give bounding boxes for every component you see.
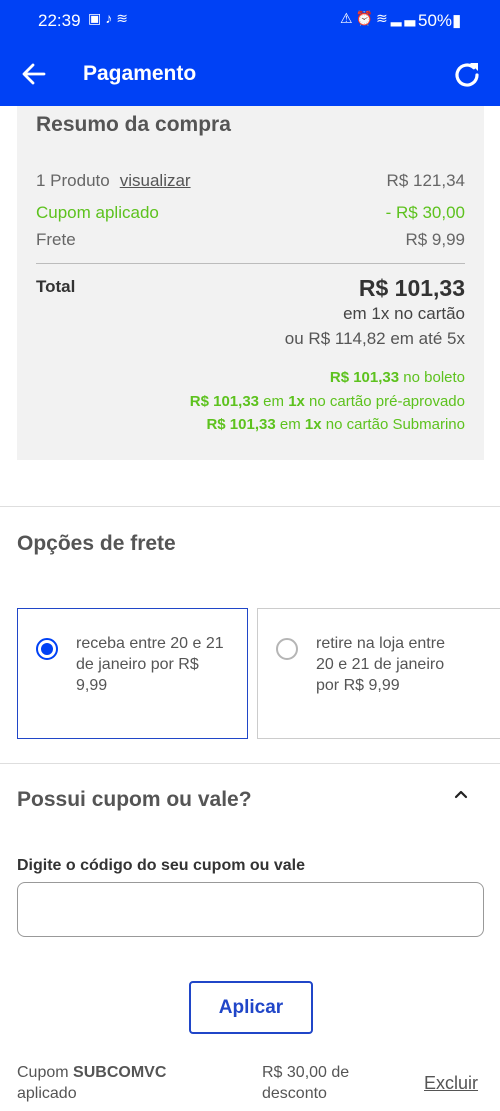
applied-coupon-code: SUBCOMVC — [73, 1064, 167, 1081]
notification-icons: ▣♪≋ — [88, 10, 132, 27]
radio-selected-icon[interactable] — [36, 638, 58, 660]
system-icons: ⚠⏰≋▂▃ — [340, 10, 418, 27]
summary-divider — [36, 263, 465, 264]
summary-title: Resumo da compra — [36, 113, 231, 136]
coupon-field-label: Digite o código do seu cupom ou vale — [17, 857, 306, 874]
battery-indicator: 50%▮ — [418, 11, 461, 31]
alt-mid: em — [259, 393, 289, 410]
shipping-row: Frete R$ 9,99 — [36, 230, 465, 250]
alt-price-preapproved: R$ 101,33 em 1x no cartão pré-aprovado — [190, 393, 465, 410]
alt-installments: 1x — [304, 416, 322, 433]
coupon-row: Cupom aplicado - R$ 30,00 — [36, 203, 465, 223]
shipping-value: R$ 9,99 — [405, 230, 465, 249]
alt-price: R$ 101,33 — [329, 369, 400, 386]
shipping-options-title: Opções de frete — [17, 532, 176, 555]
applied-prefix: Cupom — [17, 1064, 74, 1081]
section-divider — [0, 506, 500, 507]
coupon-code-input[interactable] — [17, 882, 484, 937]
alt-installments: 1x — [288, 393, 305, 410]
applied-coupon-info: Cupom SUBCOMVC aplicado — [17, 1062, 166, 1104]
coupon-label: Cupom aplicado — [36, 203, 159, 222]
image-icon: ▣ — [88, 10, 106, 26]
applied-suffix: aplicado — [17, 1085, 77, 1102]
wifi-icon: ≋ — [376, 10, 391, 26]
section-divider — [0, 763, 500, 764]
alt-price: R$ 101,33 — [189, 393, 260, 410]
product-label: 1 Produto — [36, 171, 110, 190]
alt-text: no cartão Submarino — [321, 416, 465, 433]
purchase-summary: Resumo da compra 1 Produto visualizar R$ … — [17, 106, 484, 460]
product-row: 1 Produto visualizar R$ 121,34 — [36, 171, 465, 191]
radio-unselected-icon[interactable] — [276, 638, 298, 660]
app-icon: ≋ — [116, 10, 132, 26]
total-installment: em 1x no cartão — [343, 304, 465, 323]
apply-coupon-button[interactable]: Aplicar — [189, 981, 313, 1034]
coupon-value: - R$ 30,00 — [385, 203, 465, 222]
coupon-section-title: Possui cupom ou vale? — [17, 788, 252, 811]
discount-line2: desconto — [262, 1085, 327, 1102]
discount-line1: R$ 30,00 de — [262, 1064, 350, 1081]
page-title: Pagamento — [83, 62, 197, 85]
total-label: Total — [36, 277, 76, 296]
shipping-option-text: retire na loja entre 20 e 21 de janeiro … — [316, 635, 445, 694]
battery-icon: ▮ — [452, 11, 462, 30]
alt-text: no cartão pré-aprovado — [304, 393, 465, 410]
chevron-up-icon[interactable] — [452, 788, 470, 800]
status-time: 22:39 — [38, 11, 81, 30]
shipping-option-pickup[interactable]: retire na loja entre 20 e 21 de janeiro … — [257, 608, 500, 739]
shipping-option-delivery[interactable]: receba entre 20 e 21 de janeiro por R$ 9… — [17, 608, 248, 739]
battery-level: 50% — [418, 11, 453, 30]
signal-icon: ▂▃ — [390, 10, 419, 26]
tiktok-icon: ♪ — [105, 10, 117, 26]
alt-mid: em — [275, 416, 305, 433]
app-bar: Pagamento — [0, 42, 500, 106]
alt-price-submarino: R$ 101,33 em 1x no cartão Submarino — [206, 416, 465, 433]
refresh-icon[interactable] — [450, 58, 484, 92]
alt-price-boleto: R$ 101,33 no boleto — [330, 369, 465, 386]
back-arrow-icon[interactable] — [18, 58, 50, 90]
status-bar: 22:39 ▣♪≋ ⚠⏰≋▂▃ 50%▮ — [0, 0, 500, 42]
alt-text: no boleto — [399, 369, 465, 386]
applied-discount-info: R$ 30,00 de desconto — [262, 1062, 349, 1104]
alt-price: R$ 101,33 — [206, 416, 276, 433]
clock-icon: ⏰ — [355, 10, 376, 26]
product-value: R$ 121,34 — [386, 171, 465, 190]
shipping-option-text: receba entre 20 e 21 de janeiro por R$ 9… — [76, 635, 224, 694]
alarm-icon: ⚠ — [340, 10, 356, 26]
total-alt-installment: ou R$ 114,82 em até 5x — [284, 329, 465, 348]
remove-coupon-link[interactable]: Excluir — [424, 1073, 478, 1094]
shipping-label: Frete — [36, 230, 76, 249]
total-value: R$ 101,33 — [358, 275, 465, 301]
view-products-link[interactable]: visualizar — [120, 171, 191, 190]
